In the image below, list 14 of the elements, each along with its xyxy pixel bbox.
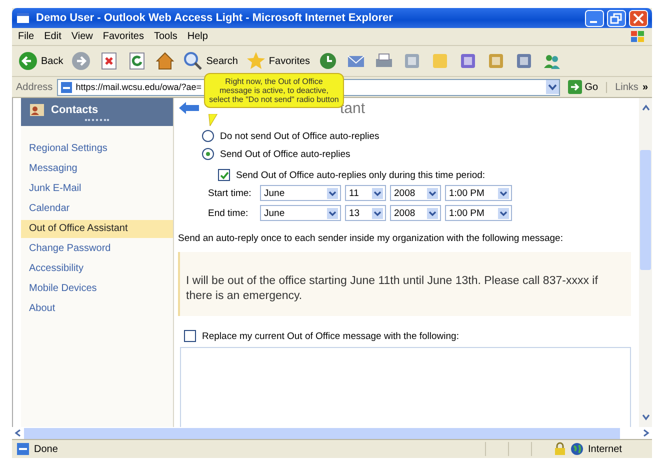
radio-label: Do not send Out of Office auto-replies xyxy=(220,130,380,142)
window-title: Demo User - Outlook Web Access Light - Microsoft Internet Explorer xyxy=(36,12,393,24)
radio-label: Send Out of Office auto-replies xyxy=(220,148,350,160)
status-text: Done xyxy=(34,444,58,454)
checkbox-label: Replace my current Out of Office message with the following: xyxy=(202,330,459,342)
checkbox-label: Send Out of Office auto-replies only during this time period: xyxy=(236,170,486,180)
message-instructions: Send an auto-reply once to each sender inside my organization with the following message: xyxy=(178,233,564,244)
time-label: Start time: xyxy=(208,188,252,198)
address-label: Address xyxy=(16,82,53,92)
security-zone: Internet xyxy=(588,444,623,454)
message-text: I will be out of the office starting June 11th until June 13th. Please call 837-xxxx if there is an emergency. xyxy=(178,252,631,316)
time-label: End time: xyxy=(208,208,250,218)
sidebar-title: Contacts xyxy=(51,104,98,116)
address-url: https://mail.wcsu.edu/owa/?ae= xyxy=(76,82,202,92)
